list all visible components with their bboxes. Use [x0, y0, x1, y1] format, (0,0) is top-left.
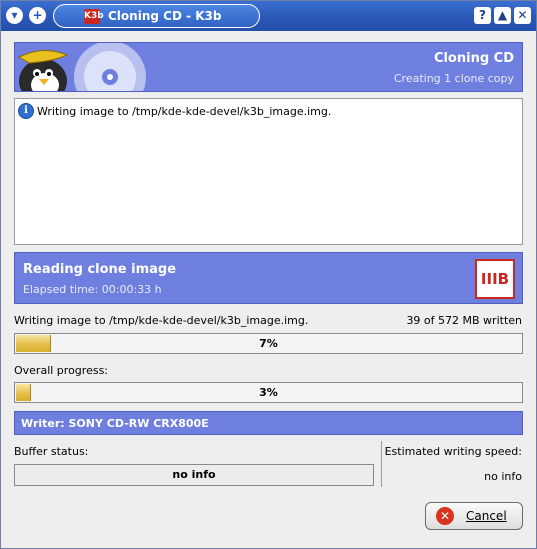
job-progress-bar: 7%	[14, 333, 523, 354]
speed-value: no info	[484, 470, 522, 483]
header-title: Cloning CD	[433, 51, 514, 66]
job-progress-label: 7%	[259, 337, 278, 350]
log-view[interactable]: i Writing image to /tmp/kde-kde-devel/k3…	[14, 98, 523, 245]
k3b-logo-icon: IIIB	[475, 259, 515, 299]
header-banner: Cloning CD Creating 1 clone copy	[14, 42, 523, 92]
elapsed-time: Elapsed time: 00:00:33 h	[23, 283, 162, 296]
writer-label: Writer: SONY CD-RW CRX800E	[21, 417, 209, 430]
info-icon: i	[18, 103, 34, 119]
divider	[381, 441, 382, 487]
log-line: i Writing image to /tmp/kde-kde-devel/k3…	[18, 103, 331, 119]
title-pill: K3b Cloning CD - K3b	[53, 4, 260, 28]
writer-bar: Writer: SONY CD-RW CRX800E	[14, 411, 523, 435]
sticky-icon[interactable]: +	[29, 7, 46, 24]
buffer-status-box: no info	[14, 464, 374, 486]
buffer-status-label: Buffer status:	[14, 445, 89, 458]
speed-label: Estimated writing speed:	[384, 445, 522, 458]
cancel-label: Cancel	[466, 509, 507, 523]
cancel-icon: ✕	[436, 507, 454, 525]
status-title: Reading clone image	[23, 262, 177, 277]
header-subtitle: Creating 1 clone copy	[393, 72, 514, 85]
close-icon[interactable]: ✕	[514, 7, 531, 24]
help-icon[interactable]: ?	[474, 7, 491, 24]
log-line-text: Writing image to /tmp/kde-kde-devel/k3b_…	[37, 104, 332, 118]
title-bar[interactable]: ▾ + K3b Cloning CD - K3b ? ▲ ✕	[1, 1, 536, 31]
k3b-app-icon: K3b	[84, 9, 104, 24]
overall-progress-text: 3%	[259, 386, 278, 399]
job-description: Writing image to /tmp/kde-kde-devel/k3b_…	[14, 314, 309, 327]
overall-progress-bar: 3%	[14, 382, 523, 403]
cd-penguin-icon	[17, 43, 146, 91]
status-banner: Reading clone image Elapsed time: 00:00:…	[14, 252, 523, 304]
overall-progress-label: Overall progress:	[14, 364, 108, 377]
k3b-clone-dialog: ▾ + K3b Cloning CD - K3b ? ▲ ✕ Cloning C…	[0, 0, 537, 549]
maximize-icon[interactable]: ▲	[494, 7, 511, 24]
window-title: Cloning CD - K3b	[108, 9, 222, 23]
window-menu-icon[interactable]: ▾	[6, 7, 23, 24]
written-amount: 39 of 572 MB written	[406, 314, 522, 327]
cancel-button[interactable]: ✕ Cancel	[425, 502, 523, 530]
